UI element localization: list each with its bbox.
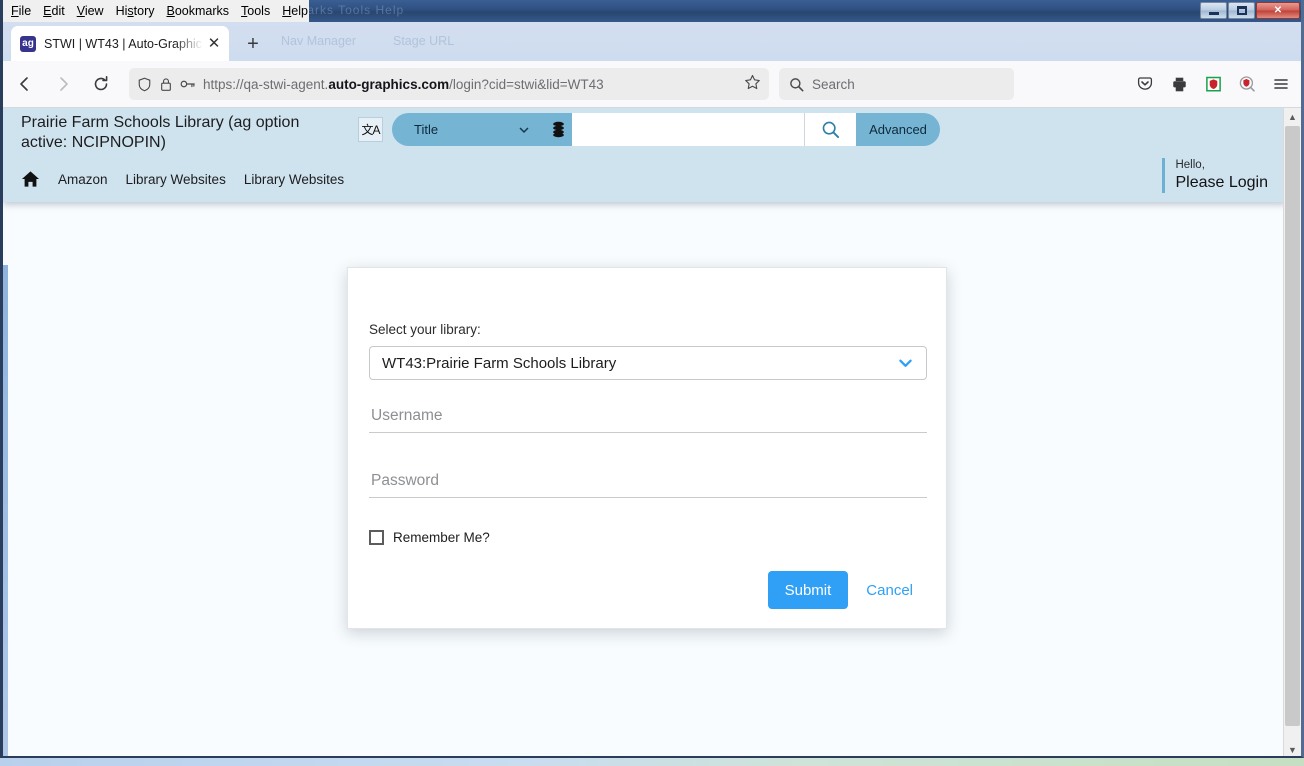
maximize-button[interactable] (1228, 2, 1255, 19)
menu-history[interactable]: History (116, 4, 155, 18)
browser-toolbar: https://qa-stwi-agent.auto-graphics.com/… (3, 61, 1301, 108)
window-titlebar: Bookmarks Tools Help File Edit View Hist… (3, 0, 1301, 22)
forward-icon (60, 77, 68, 91)
advanced-search-button[interactable]: Advanced (856, 113, 940, 146)
reload-icon (94, 76, 108, 91)
page-viewport: Prairie Farm Schools Library (ag option … (3, 108, 1301, 756)
home-icon[interactable] (21, 170, 40, 188)
site-search-row: 文A Title Advanced (358, 113, 940, 146)
search-scope-select[interactable]: Title (392, 113, 544, 146)
bitwarden-button[interactable] (1198, 68, 1228, 100)
browser-search-bar[interactable]: Search (779, 68, 1014, 100)
site-header: Prairie Farm Schools Library (ag option … (3, 108, 1286, 202)
library-title: Prairie Farm Schools Library (ag option … (21, 114, 300, 151)
url-prefix: https://qa-stwi-agent. (203, 76, 329, 92)
nav-link-library-websites-2[interactable]: Library Websites (244, 172, 344, 187)
site-search-submit[interactable] (804, 113, 856, 146)
site-search-input[interactable] (572, 113, 804, 146)
please-login-link[interactable]: Please Login (1175, 173, 1268, 193)
remember-me-checkbox[interactable]: Remember Me? (369, 530, 490, 545)
select-library-label: Select your library: (369, 322, 481, 337)
menu-view[interactable]: View (77, 4, 104, 18)
chevron-down-icon (899, 359, 912, 367)
account-area[interactable]: Hello, Please Login (1162, 158, 1268, 193)
chevron-down-icon (519, 127, 529, 133)
tab-close-icon[interactable]: ✕ (205, 35, 223, 53)
browser-tab-active[interactable]: ag STWI | WT43 | Auto-Graphics Inc ✕ (11, 26, 229, 61)
page-scrollbar[interactable]: ▲ ▼ (1283, 108, 1301, 756)
pocket-icon (1137, 77, 1153, 90)
account-greeting: Hello, (1175, 159, 1205, 171)
nav-link-amazon[interactable]: Amazon (58, 172, 108, 187)
search-icon (822, 121, 840, 139)
browser-window: Bookmarks Tools Help File Edit View Hist… (0, 0, 1304, 758)
checkbox-box-icon (369, 530, 384, 545)
print-button[interactable] (1164, 68, 1194, 100)
scroll-down-arrow-icon[interactable]: ▼ (1284, 741, 1301, 756)
database-icon[interactable] (544, 113, 572, 146)
close-icon: ✕ (1273, 5, 1283, 16)
back-icon (20, 77, 28, 91)
password-input[interactable] (369, 464, 927, 498)
menu-help[interactable]: Help (282, 4, 308, 18)
new-tab-button[interactable]: + (241, 32, 265, 56)
translate-icon[interactable]: 文A (358, 117, 383, 142)
tab-title: STWI | WT43 | Auto-Graphics Inc (44, 36, 203, 51)
adblock-icon (1239, 76, 1255, 92)
menu-bar: File Edit View History Bookmarks Tools H… (3, 0, 309, 22)
tab-strip: Nav Manager Stage URL ag STWI | WT43 | A… (3, 22, 1301, 61)
menu-tools[interactable]: Tools (241, 4, 270, 18)
login-actions: Submit Cancel (767, 571, 925, 609)
maximize-icon (1236, 6, 1247, 15)
hamburger-menu-button[interactable] (1266, 68, 1296, 100)
remember-me-label: Remember Me? (393, 530, 490, 545)
url-text: https://qa-stwi-agent.auto-graphics.com/… (203, 77, 738, 92)
left-edge-accent (3, 265, 8, 756)
hamburger-menu-icon (1274, 79, 1288, 89)
cancel-button[interactable]: Cancel (854, 571, 925, 609)
tab-ghost-1: Nav Manager (281, 34, 357, 48)
forward-button[interactable] (47, 68, 79, 100)
url-bar[interactable]: https://qa-stwi-agent.auto-graphics.com/… (129, 68, 769, 100)
menu-file[interactable]: File (11, 4, 31, 18)
permissions-key-icon[interactable] (180, 77, 196, 91)
adblock-button[interactable] (1232, 68, 1262, 100)
search-scope-value: Title (414, 122, 439, 137)
search-icon (789, 77, 804, 92)
browser-search-placeholder: Search (812, 76, 855, 92)
bookmark-star-icon[interactable] (744, 74, 761, 94)
tab-ghost-2: Stage URL (393, 34, 455, 48)
scrollbar-thumb[interactable] (1285, 126, 1300, 726)
favicon-icon: ag (20, 35, 36, 52)
menu-bookmarks[interactable]: Bookmarks (167, 4, 230, 18)
pocket-button[interactable] (1130, 68, 1160, 100)
close-button[interactable]: ✕ (1256, 2, 1300, 19)
username-input[interactable] (369, 399, 927, 433)
toolbar-extensions (1130, 68, 1301, 100)
back-button[interactable] (9, 68, 41, 100)
shield-icon[interactable] (137, 77, 152, 92)
url-host: auto-graphics.com (328, 76, 450, 92)
library-select-value: WT43:Prairie Farm Schools Library (382, 354, 617, 372)
nav-link-library-websites-1[interactable]: Library Websites (126, 172, 226, 187)
minimize-button[interactable] (1200, 2, 1227, 19)
lock-icon[interactable] (159, 77, 173, 92)
print-icon (1172, 77, 1186, 91)
url-suffix: /login?cid=stwi&lid=WT43 (449, 76, 604, 92)
bitwarden-icon (1205, 76, 1221, 91)
reload-button[interactable] (85, 68, 117, 100)
window-controls: ✕ (1200, 2, 1300, 20)
library-select[interactable]: WT43:Prairie Farm Schools Library (369, 346, 927, 380)
site-search-widget: Title Advanced (392, 113, 940, 146)
site-nav-links: Amazon Library Websites Library Websites (21, 170, 344, 188)
minimize-icon (1208, 12, 1219, 15)
submit-button[interactable]: Submit (767, 571, 849, 609)
login-card: Select your library: WT43:Prairie Farm S… (347, 267, 947, 629)
menu-edit[interactable]: Edit (43, 4, 65, 18)
scroll-up-arrow-icon[interactable]: ▲ (1284, 108, 1301, 125)
